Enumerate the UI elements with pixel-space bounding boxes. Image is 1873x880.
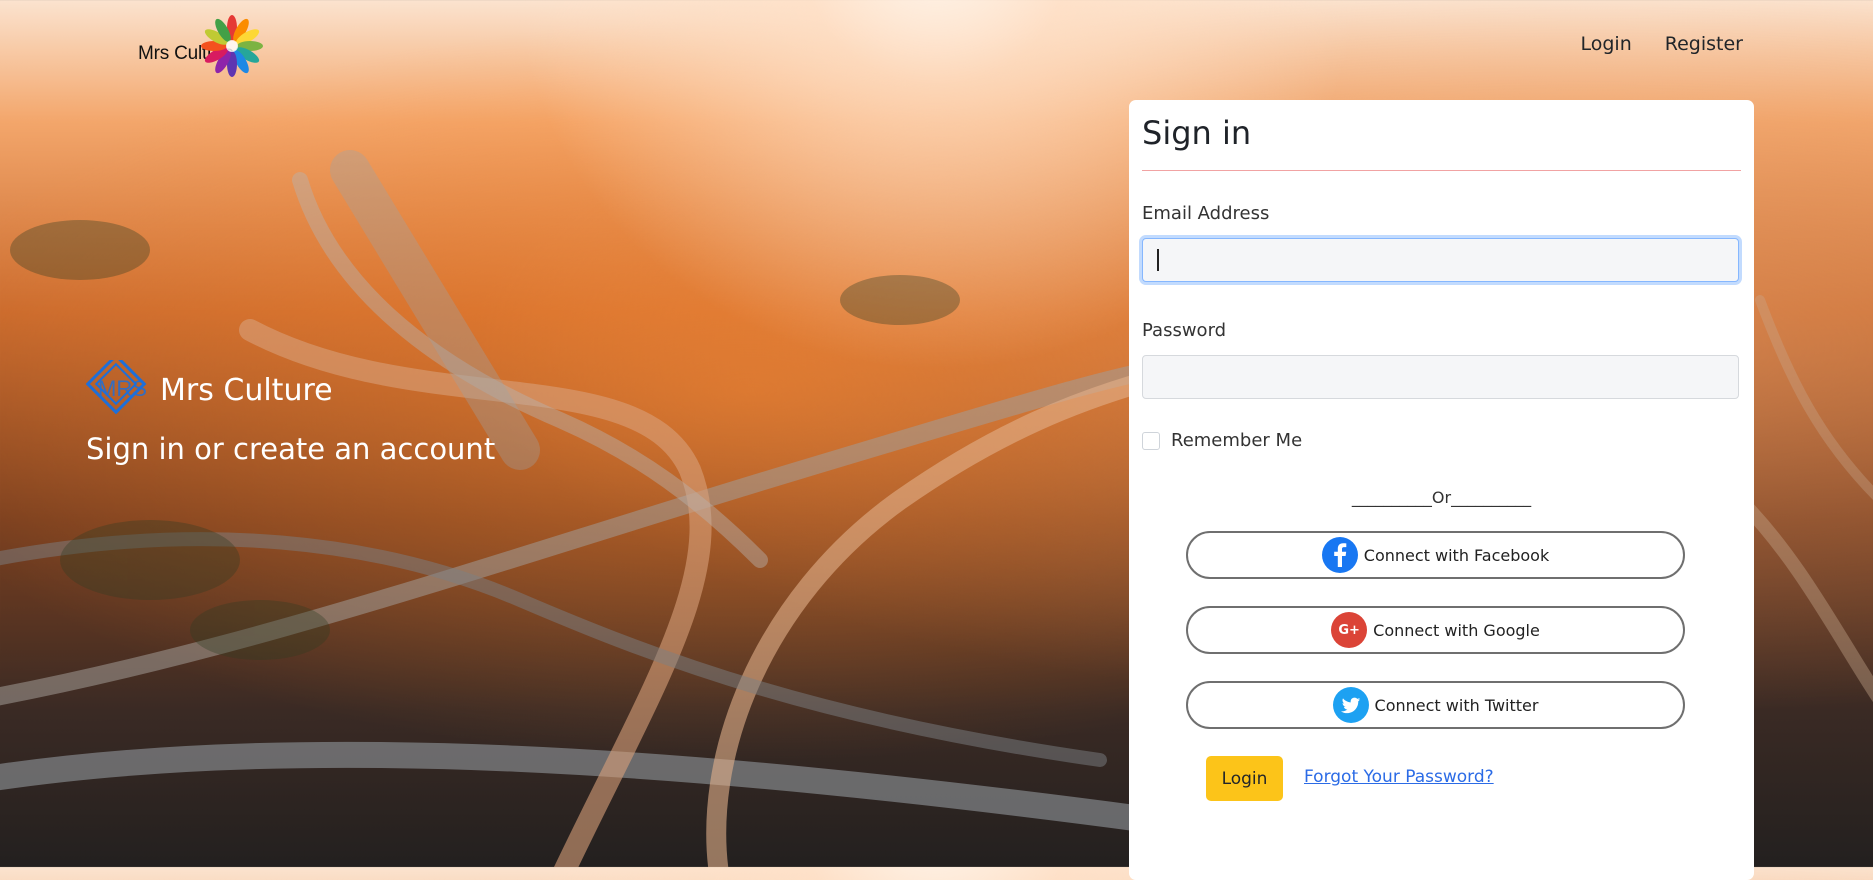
hero-brand-row: MRS Mrs Culture	[86, 360, 495, 420]
hero-logo-text: MRS	[98, 376, 147, 401]
hero-subtitle: Sign in or create an account	[86, 432, 496, 466]
forgot-password-link[interactable]: Forgot Your Password?	[1304, 767, 1494, 787]
remember-me-row[interactable]: Remember Me	[1142, 430, 1302, 451]
password-field[interactable]	[1142, 355, 1739, 399]
brand-logo[interactable]: Mrs Culture	[134, 8, 274, 84]
password-label: Password	[1142, 320, 1227, 341]
nav-login-link[interactable]: Login	[1581, 33, 1632, 55]
hero-section: MRS Mrs Culture Sign in or create an acc…	[86, 360, 495, 466]
signin-card: Sign in Email Address Password Remember …	[1129, 100, 1754, 880]
flower-logo-icon	[201, 15, 263, 77]
twitter-connect-label: Connect with Twitter	[1374, 695, 1539, 715]
text-caret	[1157, 249, 1159, 271]
twitter-connect-button[interactable]: Connect with Twitter	[1186, 681, 1685, 729]
diamond-logo-icon: MRS	[86, 360, 147, 415]
nav-register-link[interactable]: Register	[1665, 33, 1743, 55]
or-separator: __________Or__________	[1351, 488, 1532, 507]
facebook-connect-label: Connect with Facebook	[1363, 545, 1550, 565]
twitter-bird-icon	[1332, 687, 1369, 723]
remember-me-checkbox[interactable]	[1142, 431, 1160, 450]
title-divider	[1142, 170, 1741, 171]
remember-me-label: Remember Me	[1171, 430, 1303, 451]
top-nav: Login Register	[1581, 33, 1744, 55]
facebook-icon	[1321, 537, 1358, 573]
email-field[interactable]	[1142, 238, 1739, 282]
google-connect-button[interactable]: G+ Connect with Google	[1186, 606, 1685, 654]
login-button[interactable]: Login	[1206, 756, 1283, 801]
google-connect-label: Connect with Google	[1373, 620, 1540, 640]
email-label: Email Address	[1142, 203, 1270, 224]
hero-brand-name: Mrs Culture	[160, 372, 333, 408]
signin-title: Sign in	[1142, 114, 1252, 152]
facebook-connect-button[interactable]: Connect with Facebook	[1186, 531, 1685, 579]
google-plus-icon: G+	[1331, 612, 1368, 648]
